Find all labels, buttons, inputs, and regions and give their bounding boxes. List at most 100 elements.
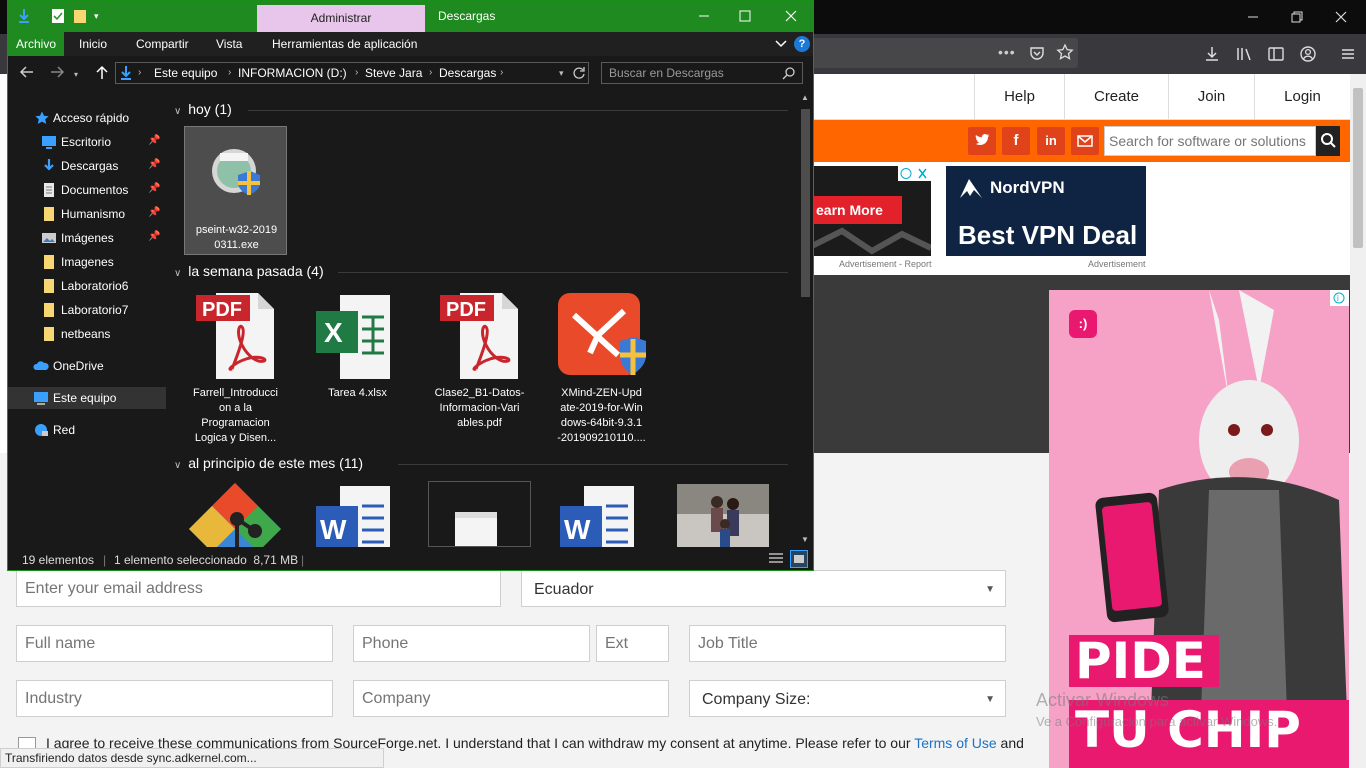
file-farrell-pdf[interactable]: PDF Farrell_Introducci on a la Programac… bbox=[184, 291, 287, 444]
group-header-hoy[interactable]: ∨ hoy (1) bbox=[174, 101, 232, 117]
fullname-field[interactable] bbox=[16, 625, 333, 662]
industry-field[interactable] bbox=[16, 680, 333, 717]
scroll-down-icon[interactable]: ▼ bbox=[801, 535, 809, 544]
twitter-icon[interactable] bbox=[968, 127, 996, 155]
file-generic[interactable] bbox=[428, 481, 531, 547]
facebook-icon[interactable]: f bbox=[1002, 127, 1030, 155]
file-word-doc-2[interactable]: W bbox=[550, 481, 653, 547]
address-dropdown-icon[interactable]: ▾ bbox=[559, 68, 564, 79]
chevron-right-icon[interactable]: › bbox=[429, 67, 432, 78]
ad-choices-icon[interactable] bbox=[898, 166, 931, 181]
file-tarea4-xlsx[interactable]: X Tarea 4.xlsx bbox=[306, 291, 409, 441]
ad1-learn-more-button[interactable]: earn More bbox=[812, 196, 902, 224]
minimize-icon[interactable] bbox=[695, 8, 713, 24]
tab-vista[interactable]: Vista bbox=[216, 32, 242, 56]
forward-arrow-icon[interactable] bbox=[49, 64, 65, 80]
ad1-label[interactable]: Advertisement - Report bbox=[839, 259, 932, 269]
pocket-icon[interactable] bbox=[1028, 44, 1046, 62]
sidebar-item-laboratorio7[interactable]: Laboratorio7 bbox=[8, 299, 166, 321]
file-git-app[interactable] bbox=[184, 481, 287, 547]
account-icon[interactable] bbox=[1299, 45, 1317, 63]
file-explorer-window[interactable]: ▾ Administrar Descargas Archivo Inicio C… bbox=[7, 0, 814, 571]
details-view-icon[interactable] bbox=[768, 552, 784, 566]
breadcrumb-steve-jara[interactable]: Steve Jara bbox=[365, 66, 422, 80]
customize-qat-icon[interactable]: ▾ bbox=[94, 11, 99, 22]
close-icon[interactable] bbox=[782, 8, 800, 24]
page-scrollbar[interactable] bbox=[1350, 74, 1366, 768]
expand-ribbon-icon[interactable] bbox=[774, 37, 788, 51]
breadcrumb-descargas[interactable]: Descargas bbox=[439, 66, 496, 80]
sidebar-item-imagenes[interactable]: Imagenes bbox=[8, 251, 166, 273]
file-xmind-update[interactable]: XMind-ZEN-Upd ate-2019-for-Win dows-64bi… bbox=[550, 291, 653, 444]
sidebar-item-red[interactable]: Red bbox=[8, 419, 166, 441]
url-bar[interactable]: ••• bbox=[812, 38, 1078, 68]
sidebar-item-documentos[interactable]: Documentos 📌 bbox=[8, 179, 166, 201]
file-clase2-pdf[interactable]: PDF Clase2_B1-Datos- Informacion-Vari ab… bbox=[428, 291, 531, 441]
downloads-icon[interactable] bbox=[1203, 45, 1221, 63]
explorer-search-input[interactable]: Buscar en Descargas bbox=[601, 62, 803, 84]
menu-icon[interactable] bbox=[1339, 45, 1357, 63]
jobtitle-field[interactable] bbox=[689, 625, 1006, 662]
file-photo[interactable] bbox=[672, 481, 775, 547]
more-actions-icon[interactable]: ••• bbox=[998, 44, 1016, 60]
terms-link[interactable]: Terms of Use bbox=[914, 735, 996, 751]
login-link[interactable]: Login bbox=[1254, 74, 1350, 120]
ad-banner-2[interactable]: NordVPN Best VPN Deal bbox=[946, 166, 1146, 256]
large-icons-view-icon[interactable] bbox=[790, 550, 808, 568]
breadcrumb-este-equipo[interactable]: Este equipo bbox=[154, 66, 217, 80]
minimize-icon[interactable] bbox=[1244, 8, 1262, 26]
help-link[interactable]: Help bbox=[974, 74, 1064, 120]
country-select[interactable]: Ecuador ▼ bbox=[521, 570, 1006, 607]
chevron-right-icon[interactable]: › bbox=[355, 67, 358, 78]
company-field[interactable] bbox=[353, 680, 669, 717]
group-header-principio-mes[interactable]: ∨ al principio de este mes (11) bbox=[174, 455, 363, 471]
close-icon[interactable] bbox=[1332, 8, 1350, 26]
tab-herramientas-aplicacion[interactable]: Herramientas de aplicación bbox=[272, 32, 417, 56]
explorer-titlebar[interactable]: ▾ Administrar Descargas bbox=[8, 1, 813, 32]
sidebar-item-onedrive[interactable]: OneDrive bbox=[8, 355, 166, 377]
tab-archivo[interactable]: Archivo bbox=[8, 32, 64, 56]
ext-field[interactable] bbox=[596, 625, 669, 662]
sidebar-item-este-equipo[interactable]: Este equipo bbox=[8, 387, 166, 409]
sidebar-item-escritorio[interactable]: Escritorio 📌 bbox=[8, 131, 166, 153]
create-link[interactable]: Create bbox=[1064, 74, 1168, 120]
properties-icon[interactable] bbox=[51, 8, 65, 24]
chevron-right-icon[interactable]: › bbox=[138, 67, 141, 78]
sidebar-item-descargas[interactable]: Descargas 📌 bbox=[8, 155, 166, 177]
company-size-select[interactable]: Company Size: ▼ bbox=[689, 680, 1006, 717]
file-pseint-exe[interactable]: pseint-w32-2019 0311.exe bbox=[184, 126, 287, 255]
linkedin-icon[interactable]: in bbox=[1037, 127, 1065, 155]
email-field[interactable] bbox=[16, 570, 501, 607]
back-arrow-icon[interactable] bbox=[19, 64, 35, 80]
sidebar-item-humanismo[interactable]: Humanismo 📌 bbox=[8, 203, 166, 225]
sidebar-item-imagenes-pinned[interactable]: Imágenes 📌 bbox=[8, 227, 166, 249]
tab-compartir[interactable]: Compartir bbox=[136, 32, 189, 56]
scroll-up-icon[interactable]: ▲ bbox=[801, 93, 809, 102]
file-word-doc-1[interactable]: W bbox=[306, 481, 409, 547]
sidebar-item-acceso-rapido[interactable]: Acceso rápido bbox=[8, 107, 166, 129]
breadcrumb-informacion[interactable]: INFORMACION (D:) bbox=[238, 66, 347, 80]
ad-banner-1[interactable]: earn More bbox=[812, 166, 931, 256]
bookmark-star-icon[interactable] bbox=[1056, 43, 1074, 61]
library-icon[interactable] bbox=[1235, 45, 1253, 63]
phone-field[interactable] bbox=[353, 625, 590, 662]
chevron-right-icon[interactable]: › bbox=[228, 67, 231, 78]
site-search-button[interactable] bbox=[1316, 126, 1340, 156]
quick-access-download-icon[interactable] bbox=[17, 8, 31, 24]
manage-context-tab[interactable]: Administrar bbox=[257, 5, 425, 32]
group-header-semana-pasada[interactable]: ∨ la semana pasada (4) bbox=[174, 263, 324, 279]
sidebar-item-netbeans[interactable]: netbeans bbox=[8, 323, 166, 345]
sidebar-item-laboratorio6[interactable]: Laboratorio6 bbox=[8, 275, 166, 297]
chevron-right-icon[interactable]: › bbox=[500, 67, 503, 78]
restore-icon[interactable] bbox=[1288, 8, 1306, 26]
scrollbar-thumb[interactable] bbox=[801, 109, 810, 297]
new-folder-icon[interactable] bbox=[73, 8, 87, 24]
email-icon[interactable] bbox=[1071, 127, 1099, 155]
explorer-scrollbar[interactable]: ▲ ▼ bbox=[798, 91, 813, 547]
refresh-icon[interactable] bbox=[572, 66, 586, 80]
up-arrow-icon[interactable] bbox=[94, 64, 110, 80]
tab-inicio[interactable]: Inicio bbox=[79, 32, 107, 56]
maximize-icon[interactable] bbox=[736, 8, 754, 24]
sidebar-icon[interactable] bbox=[1267, 45, 1285, 63]
site-search-input[interactable] bbox=[1104, 126, 1316, 156]
